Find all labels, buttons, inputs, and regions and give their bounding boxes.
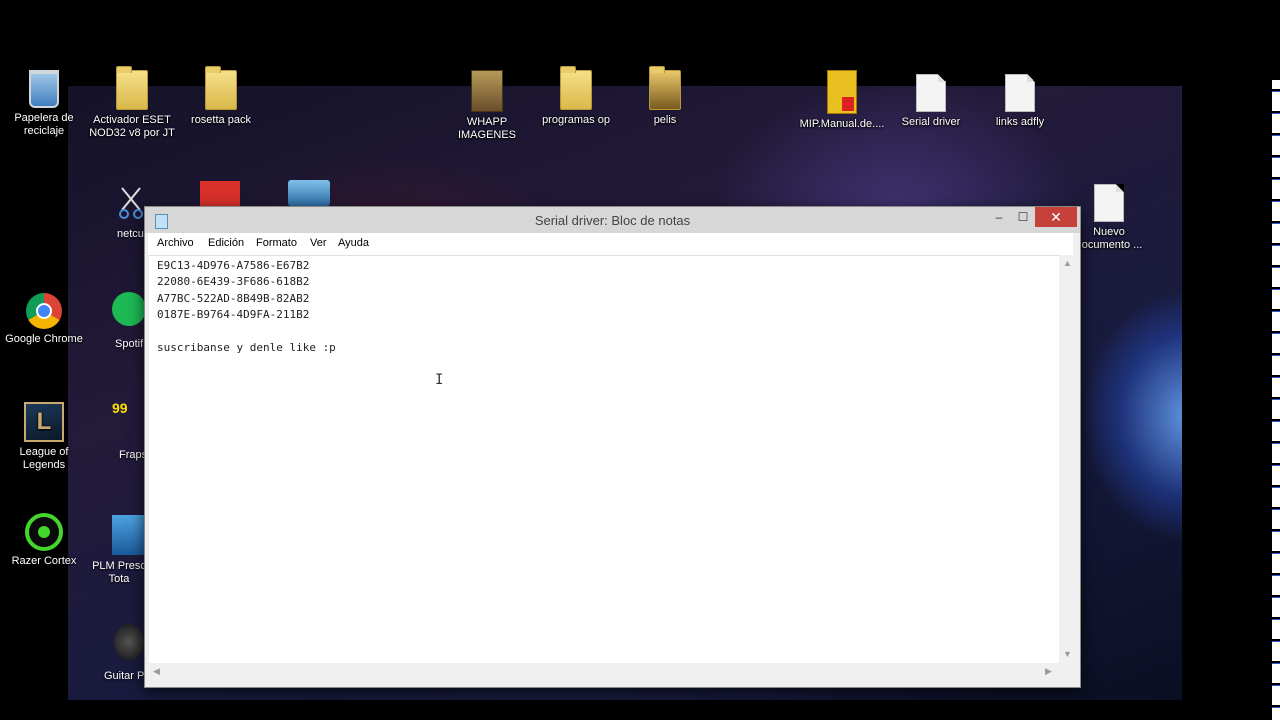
folder-icon (116, 66, 148, 110)
desktop-icon-google-chrome[interactable]: Google Chrome (0, 293, 88, 346)
razer-icon (25, 513, 63, 551)
desktop-icon-eset-folder[interactable]: Activador ESET NOD32 v8 por JT (88, 66, 176, 140)
title-bar[interactable]: Serial driver: Bloc de notas – ☐ ✕ (145, 207, 1080, 233)
desktop-icon-whapp-folder[interactable]: WHAPP IMAGENES (443, 70, 531, 142)
fraps-icon[interactable]: 99 (112, 400, 142, 440)
desktop-icon-league-of-legends[interactable]: L League of Legends (0, 402, 88, 472)
fraps-label: Fraps (119, 449, 148, 461)
desktop-icon-label: pelis (653, 114, 677, 126)
desktop-icon-label: links adfly (995, 116, 1045, 128)
folder-icon (205, 66, 237, 110)
spotify-icon[interactable] (112, 292, 146, 326)
scroll-up-arrow-icon[interactable]: ▲ (1063, 258, 1072, 268)
text-line: suscribanse y denle like :p (157, 341, 336, 354)
text-line: A77BC-522AD-8B49B-82AB2 (157, 292, 310, 305)
netcut-icon[interactable] (118, 186, 144, 220)
menu-ayuda[interactable]: Ayuda (338, 237, 369, 249)
scroll-right-arrow-icon[interactable]: ▶ (1045, 666, 1052, 677)
chrome-icon (26, 293, 62, 329)
menu-formato[interactable]: Formato (256, 237, 297, 249)
horizontal-scrollbar[interactable]: ◀ ▶ (149, 663, 1059, 679)
recycle-bin-icon (29, 70, 59, 108)
book-icon (827, 70, 857, 114)
notepad-window[interactable]: Serial driver: Bloc de notas – ☐ ✕ Archi… (144, 206, 1081, 688)
desktop-icon-label: Nuevo documento ... (1075, 226, 1143, 251)
desktop-icon-label: Activador ESET NOD32 v8 por JT (89, 114, 175, 139)
desktop-icon-pelis-folder[interactable]: pelis (621, 66, 709, 127)
text-file-icon (1005, 74, 1035, 112)
menu-ver[interactable]: Ver (310, 237, 327, 249)
desktop-icon-serial-driver[interactable]: Serial driver (887, 74, 975, 129)
menu-archivo[interactable]: Archivo (157, 237, 194, 249)
window-title: Serial driver: Bloc de notas (534, 213, 691, 228)
folder-icon (560, 66, 592, 110)
desktop-icon-mip-manual[interactable]: MIP.Manual.de.... (798, 70, 886, 131)
text-file-icon (1094, 184, 1124, 222)
desktop-icon-label: Google Chrome (5, 333, 83, 345)
resize-grip[interactable] (1059, 663, 1075, 679)
folder-icon (649, 66, 681, 110)
second-monitor-strip (1272, 80, 1280, 720)
desktop-icon-label: League of Legends (19, 446, 69, 471)
menu-edicion[interactable]: Edición (208, 237, 244, 249)
minimize-button[interactable]: – (987, 207, 1011, 227)
league-icon: L (24, 402, 64, 442)
vertical-scrollbar[interactable]: ▲ ▼ (1059, 255, 1075, 663)
desktop-icon-label: Razer Cortex (11, 555, 77, 567)
desktop-icon-label: rosetta pack (191, 114, 251, 126)
desktop-icon-recycle-bin[interactable]: Papelera de reciclaje (0, 70, 88, 138)
desktop-icon-links-adfly[interactable]: links adfly (976, 74, 1064, 129)
folder-icon (471, 70, 503, 112)
netcut-label: netcu (117, 228, 144, 240)
scroll-down-arrow-icon[interactable]: ▼ (1063, 649, 1072, 659)
menu-bar: Archivo Edición Formato Ver Ayuda (148, 233, 1073, 255)
close-button[interactable]: ✕ (1035, 207, 1077, 227)
text-line: 0187E-B9764-4D9FA-211B2 (157, 308, 310, 321)
text-editor[interactable]: E9C13-4D976-A7586-E67B2 22080-6E439-3F68… (149, 255, 1059, 664)
spotify-label: Spotif (115, 338, 144, 350)
guitar-icon[interactable] (114, 624, 144, 660)
tenbit-icon[interactable] (288, 180, 330, 206)
desktop-icon-label: MIP.Manual.de.... (799, 118, 885, 130)
desktop-icon-label: programas op (542, 114, 610, 126)
desktop-icon-label: WHAPP IMAGENES (457, 116, 517, 141)
text-cursor-icon: I (435, 372, 444, 388)
desktop-icon-label: Serial driver (901, 116, 961, 128)
text-file-icon (916, 74, 946, 112)
text-line: E9C13-4D976-A7586-E67B2 (157, 259, 310, 272)
desktop-icon-rosetta-folder[interactable]: rosetta pack (177, 66, 265, 127)
plm-label: PLM Presc Tota (92, 560, 146, 585)
desktop-icon-razer-cortex[interactable]: Razer Cortex (0, 513, 88, 568)
scroll-left-arrow-icon[interactable]: ◀ (153, 666, 160, 677)
maximize-button[interactable]: ☐ (1011, 207, 1035, 227)
guitar-label: Guitar P (104, 670, 145, 682)
acrobat-icon[interactable] (200, 181, 240, 207)
text-line: 22080-6E439-3F686-618B2 (157, 275, 310, 288)
desktop-icon-programas-folder[interactable]: programas op (532, 66, 620, 127)
plm-icon[interactable] (112, 515, 144, 555)
desktop-icon-label: Papelera de reciclaje (14, 112, 74, 137)
